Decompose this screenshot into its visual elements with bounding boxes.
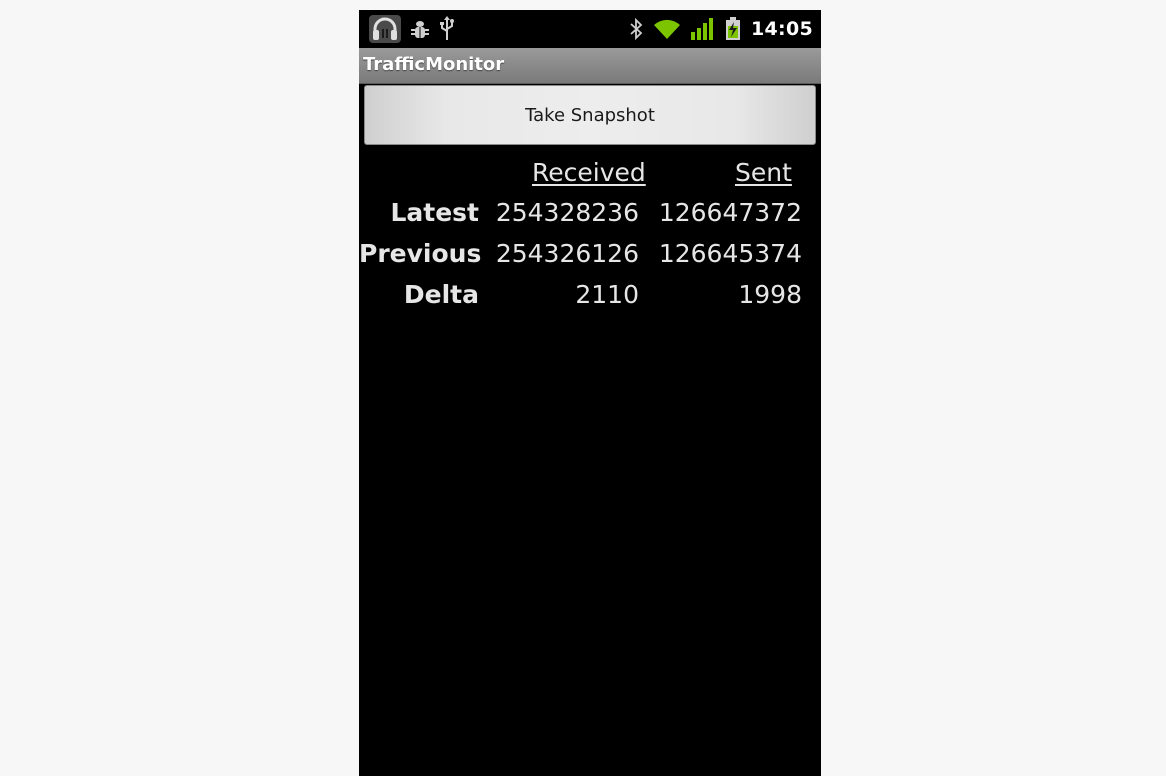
delta-sent: 1998 — [738, 280, 802, 309]
bluetooth-icon — [629, 14, 643, 44]
header-sent: Sent — [735, 158, 792, 187]
row-label-latest: Latest — [390, 198, 479, 227]
headphones-icon — [369, 14, 401, 44]
app-title-bar: TrafficMonitor — [359, 48, 821, 84]
usb-icon — [439, 14, 455, 44]
latest-received: 254328236 — [495, 198, 639, 227]
take-snapshot-button[interactable]: Take Snapshot — [364, 85, 816, 145]
header-received: Received — [532, 158, 646, 187]
wifi-icon — [653, 14, 681, 44]
previous-received: 254326126 — [495, 239, 639, 268]
latest-sent: 126647372 — [658, 198, 802, 227]
row-label-delta: Delta — [403, 280, 479, 309]
row-label-previous: Previous — [359, 239, 482, 268]
phone-screen: 14:05 TrafficMonitor Take Snapshot Recei… — [359, 10, 821, 776]
debug-icon — [411, 14, 429, 44]
status-bar: 14:05 — [359, 10, 821, 48]
delta-received: 2110 — [575, 280, 639, 309]
signal-icon — [691, 14, 715, 44]
previous-sent: 126645374 — [658, 239, 802, 268]
battery-charging-icon — [725, 14, 741, 44]
app-title: TrafficMonitor — [363, 54, 505, 75]
status-clock: 14:05 — [751, 18, 813, 40]
